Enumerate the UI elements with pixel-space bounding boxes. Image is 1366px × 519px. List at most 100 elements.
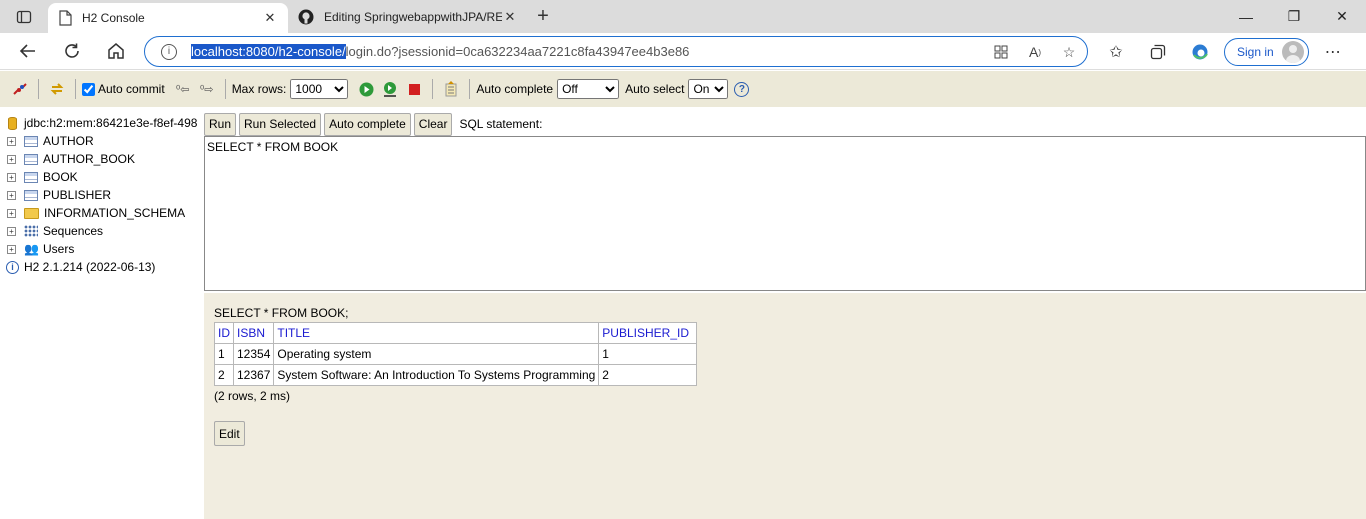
expand-icon[interactable]: + [7, 190, 16, 200]
close-tab-icon[interactable]: ✕ [262, 10, 278, 26]
auto-complete-button[interactable]: Auto complete [324, 112, 411, 136]
url-rest-part: login.do?jsessionid=0ca632234aa7221c8fa4… [345, 44, 690, 59]
table-cell: 2 [214, 364, 234, 386]
url-text[interactable]: localhost:8080/h2-console/login.do?jsess… [191, 44, 689, 59]
tab-actions-icon [16, 10, 32, 23]
auto-select-label: Auto select [625, 82, 685, 96]
run-icon[interactable] [357, 80, 375, 98]
sequences-icon [24, 225, 38, 237]
sql-statement-label: SQL statement: [459, 117, 543, 131]
disconnect-icon[interactable] [11, 80, 29, 98]
max-rows-label: Max rows: [231, 82, 287, 96]
new-tab-button[interactable]: + [528, 0, 558, 33]
tree-item-author-book[interactable]: + AUTHOR_BOOK [0, 150, 204, 168]
run-selected-button[interactable]: Run Selected [239, 112, 322, 136]
browser-toolbar: ✩ Sign in ⋯ [1098, 33, 1351, 70]
collections-icon[interactable] [1140, 44, 1176, 60]
tree-item-label: AUTHOR_BOOK [43, 152, 136, 166]
sign-in-label: Sign in [1237, 44, 1274, 59]
back-arrow-icon [19, 44, 35, 58]
address-bar[interactable]: i localhost:8080/h2-console/login.do?jse… [144, 36, 1088, 67]
table-cell: 1 [598, 343, 698, 365]
tree-item-label: Sequences [43, 224, 104, 238]
refresh-button[interactable] [50, 42, 94, 60]
tab-h2-console[interactable]: H2 Console ✕ [48, 3, 288, 33]
tree-item-book[interactable]: + BOOK [0, 168, 204, 186]
home-button[interactable] [94, 42, 138, 60]
expand-icon[interactable]: + [7, 208, 16, 218]
schema-tree: jdbc:h2:mem:86421e3e-f8ef-498 + AUTHOR +… [0, 107, 204, 519]
column-header[interactable]: ISBN [232, 322, 275, 344]
back-button[interactable] [6, 42, 50, 60]
tree-item-sequences[interactable]: + Sequences [0, 222, 204, 240]
sign-in-button[interactable]: Sign in [1224, 37, 1309, 66]
expand-icon[interactable]: + [7, 244, 16, 254]
table-cell: 12354 [232, 343, 275, 365]
column-header[interactable]: PUBLISHER_ID [598, 322, 698, 344]
table-cell: Operating system [273, 343, 600, 365]
connection-label: jdbc:h2:mem:86421e3e-f8ef-498 [24, 116, 198, 130]
version-info: i H2 2.1.214 (2022-06-13) [0, 258, 204, 276]
home-icon [108, 43, 124, 59]
table-cell: 2 [598, 364, 698, 386]
favorites-icon[interactable]: ✩ [1098, 42, 1134, 62]
tab-github-editing[interactable]: Editing SpringwebappwithJPA/RE ✕ [288, 0, 528, 33]
toolbar-separator [75, 79, 76, 99]
table-icon [24, 189, 38, 201]
max-rows-select[interactable]: 1000 [290, 79, 349, 99]
sql-editor[interactable]: SELECT * FROM BOOK [204, 136, 1366, 291]
rollback-icon[interactable]: ⁰⇨ [198, 80, 216, 98]
commit-icon[interactable]: ⁰⇦ [174, 80, 192, 98]
github-icon [298, 9, 314, 24]
tree-item-author[interactable]: + AUTHOR [0, 132, 204, 150]
version-label: H2 2.1.214 (2022-06-13) [24, 260, 156, 274]
auto-commit-label: Auto commit [98, 82, 165, 96]
table-row: 1 12354 Operating system 1 [214, 343, 698, 365]
expand-icon[interactable]: + [7, 136, 16, 146]
auto-complete-select[interactable]: Off [557, 79, 620, 99]
executed-query: SELECT * FROM BOOK; [214, 306, 349, 320]
expand-icon[interactable]: + [7, 154, 16, 164]
column-header[interactable]: TITLE [273, 322, 600, 344]
history-icon[interactable] [442, 80, 460, 98]
tree-item-information-schema[interactable]: + INFORMATION_SCHEMA [0, 204, 204, 222]
auto-commit-toggle[interactable]: Auto commit [82, 82, 165, 96]
restore-icon[interactable]: ❐ [1270, 0, 1318, 33]
edge-icon[interactable] [1182, 43, 1218, 61]
edit-button[interactable]: Edit [214, 421, 245, 446]
auto-commit-checkbox[interactable] [82, 82, 95, 96]
query-buttons: Run Run Selected Auto complete Clear SQL… [204, 112, 542, 136]
tree-item-publisher[interactable]: + PUBLISHER [0, 186, 204, 204]
plus-icon: + [537, 5, 549, 27]
table-row: 2 12367 System Software: An Introduction… [214, 364, 698, 386]
expand-icon[interactable]: + [7, 226, 16, 236]
expand-icon[interactable]: + [7, 172, 16, 182]
read-aloud-icon[interactable]: A) [1025, 42, 1045, 62]
column-header[interactable]: ID [214, 322, 234, 344]
site-info-icon[interactable]: i [161, 43, 177, 60]
add-favorite-icon[interactable]: ☆ [1059, 42, 1079, 62]
result-table: ID ISBN TITLE PUBLISHER_ID 1 12354 Opera… [214, 322, 698, 386]
help-icon[interactable]: ? [734, 81, 750, 97]
tab-actions-button[interactable] [0, 0, 48, 33]
minimize-icon[interactable]: — [1222, 0, 1270, 33]
more-menu-icon[interactable]: ⋯ [1315, 42, 1351, 62]
h2-toolbar: Auto commit ⁰⇦ ⁰⇨ Max rows: 1000 Auto co… [0, 71, 1366, 107]
close-window-icon[interactable]: ✕ [1318, 0, 1366, 33]
run-selected-icon[interactable] [381, 80, 399, 98]
clear-button[interactable]: Clear [413, 112, 453, 136]
close-tab-icon[interactable]: ✕ [502, 9, 518, 25]
folder-icon [24, 207, 39, 219]
refresh-tree-icon[interactable] [48, 80, 66, 98]
url-selected-part: localhost:8080/h2-console/ [191, 44, 346, 59]
auto-select-select[interactable]: On [688, 79, 729, 99]
results-panel: SELECT * FROM BOOK; ID ISBN TITLE PUBLIS… [204, 293, 1366, 519]
tab-title: H2 Console [82, 11, 145, 25]
navigation-bar: i localhost:8080/h2-console/login.do?jse… [0, 33, 1366, 70]
stop-icon[interactable] [405, 80, 423, 98]
tree-item-users[interactable]: + 👥 Users [0, 240, 204, 258]
refresh-icon [65, 43, 79, 58]
run-button[interactable]: Run [204, 112, 237, 136]
connection-node[interactable]: jdbc:h2:mem:86421e3e-f8ef-498 [0, 114, 204, 132]
apps-icon[interactable] [991, 42, 1011, 62]
